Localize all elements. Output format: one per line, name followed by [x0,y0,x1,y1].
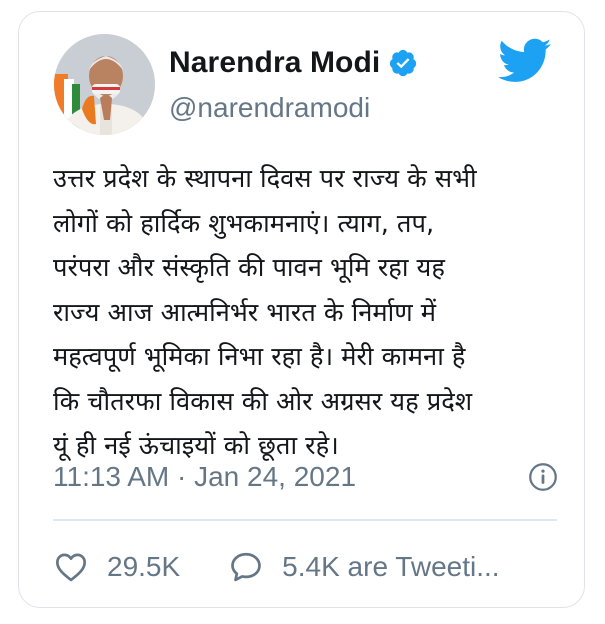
tweet-text-line: राज्य आज आत्मनिर्भर भारत के निर्माण में [53,297,436,328]
tweet-text: उत्तर प्रदेश के स्थापना दिवस पर राज्य के… [53,157,563,469]
author-name-row[interactable]: Narendra Modi [169,46,418,80]
avatar-image [54,34,155,135]
tweet-card[interactable]: Narendra Modi @narendramodi उत्तर प्रदेश… [18,11,585,608]
tweet-text-line: लोगों को हार्दिक शुभकामनाएं। त्याग, तप, [53,208,435,239]
avatar[interactable] [54,34,155,135]
tweet-text-line: परंपरा और संस्कृति की पावन भूमि रहा यह [53,253,445,283]
divider [53,519,557,521]
tweet-text-line: कि चौतरफा विकास की ओर अग्रसर यह प्रदेश [53,386,473,417]
speech-bubble-icon [231,552,262,582]
tweet-text-line: महत्वपूर्ण भूमिका निभा रहा है। मेरी कामन… [53,342,466,372]
tweet-timestamp[interactable]: 11:13 AM · Jan 24, 2021 [53,461,356,493]
like-button[interactable]: 29.5K [53,549,180,585]
tweet-text-line: उत्तर प्रदेश के स्थापना दिवस पर राज्य के… [53,164,477,194]
like-count: 29.5K [107,551,181,582]
retweet-count-button[interactable]: 5.4K are Tweeti... [228,549,500,585]
heart-icon [56,553,86,582]
tweet-meta-row: 11:13 AM · Jan 24, 2021 [53,460,558,494]
tweet-actions: 29.5K 5.4K are Tweeti... [53,547,548,587]
twitter-bird-icon[interactable] [498,38,552,84]
verified-badge-icon [390,49,417,77]
author-handle[interactable]: @narendramodi [169,92,370,124]
author-display-name[interactable]: Narendra Modi [169,46,380,80]
retweet-count-label: 5.4K are Tweeti... [282,551,500,582]
info-icon[interactable] [528,462,558,492]
